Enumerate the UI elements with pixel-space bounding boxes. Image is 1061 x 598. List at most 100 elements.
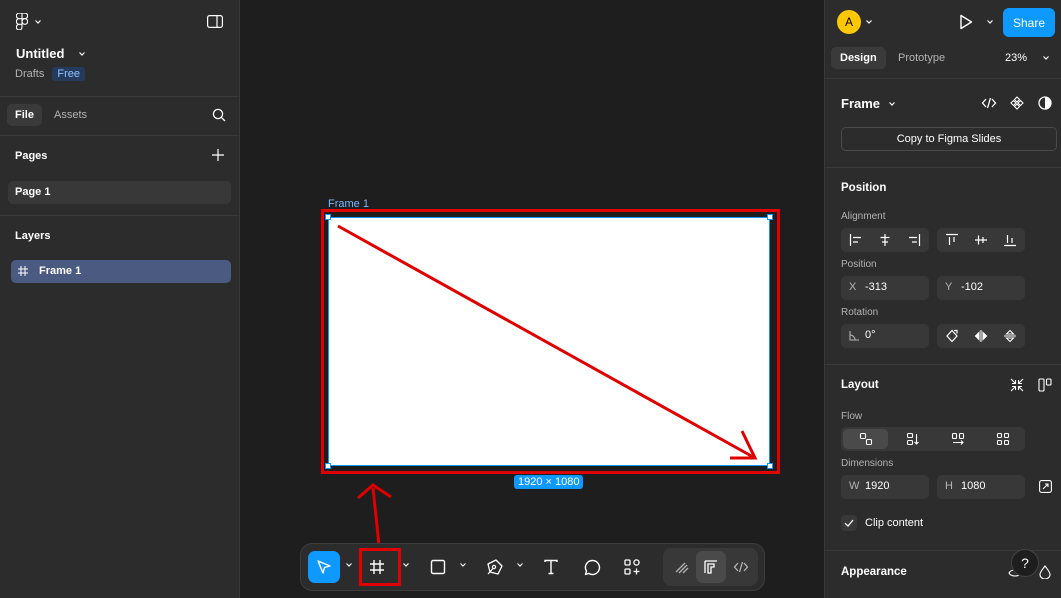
zoom-level[interactable]: 23% bbox=[1005, 52, 1027, 64]
tab-prototype[interactable]: Prototype bbox=[898, 52, 945, 64]
align-top-button[interactable] bbox=[937, 228, 966, 252]
share-button[interactable]: Share bbox=[1003, 8, 1055, 37]
pages-header: Pages bbox=[15, 150, 48, 162]
search-button[interactable] bbox=[212, 108, 226, 122]
height-field[interactable]: H 1080 bbox=[937, 475, 1025, 499]
layer-item-label: Frame 1 bbox=[39, 265, 82, 277]
code-icon bbox=[733, 561, 749, 573]
tab-file[interactable]: File bbox=[7, 104, 42, 126]
file-name-button[interactable]: Untitled bbox=[16, 46, 86, 61]
tab-design[interactable]: Design bbox=[831, 47, 886, 69]
chevron-down-icon bbox=[79, 51, 86, 56]
rotate-icon bbox=[945, 329, 958, 343]
toggle-sidebar-button[interactable] bbox=[207, 15, 223, 28]
chevron-down-icon[interactable] bbox=[459, 561, 467, 569]
dev-mode-button[interactable] bbox=[725, 551, 757, 583]
x-label: X bbox=[849, 281, 857, 293]
flow-freeform-button[interactable] bbox=[843, 429, 888, 449]
chevron-down-icon[interactable] bbox=[1042, 54, 1050, 62]
selection-type: Frame bbox=[841, 96, 881, 111]
resize-to-fit-icon[interactable] bbox=[1039, 480, 1052, 493]
annotation-up-arrow bbox=[371, 487, 381, 546]
layout-section-title: Layout bbox=[841, 379, 879, 391]
clip-content-label[interactable]: Clip content bbox=[865, 517, 923, 529]
position-label: Position bbox=[841, 259, 877, 270]
chevron-down-icon[interactable] bbox=[865, 18, 873, 26]
align-middle-button[interactable] bbox=[966, 228, 995, 252]
shape-tool-button[interactable] bbox=[422, 551, 454, 583]
flip-vertical-button[interactable] bbox=[996, 324, 1025, 348]
auto-layout-icon[interactable] bbox=[1038, 378, 1052, 392]
sidebar-toggle-icon bbox=[207, 15, 223, 28]
text-icon bbox=[544, 559, 558, 575]
align-bottom-icon bbox=[1004, 235, 1017, 247]
search-icon bbox=[212, 108, 226, 122]
comment-icon bbox=[584, 559, 600, 575]
flip-vertical-icon bbox=[1004, 329, 1017, 343]
draw-icon bbox=[675, 562, 689, 574]
rotate-button[interactable] bbox=[937, 324, 966, 348]
flow-grid-button[interactable] bbox=[980, 427, 1025, 451]
align-bottom-button[interactable] bbox=[996, 228, 1025, 252]
bottom-toolbar bbox=[300, 543, 765, 591]
copy-to-slides-button[interactable]: Copy to Figma Slides bbox=[841, 127, 1057, 151]
tab-assets[interactable]: Assets bbox=[54, 109, 87, 121]
h-label: H bbox=[945, 480, 953, 492]
mask-icon[interactable] bbox=[1038, 96, 1052, 110]
component-icon[interactable] bbox=[1010, 96, 1024, 110]
page-item[interactable]: Page 1 bbox=[8, 181, 231, 204]
chevron-down-icon bbox=[35, 19, 41, 24]
drop-icon[interactable] bbox=[1039, 565, 1051, 579]
align-middle-icon bbox=[974, 235, 987, 245]
pen-tool-button[interactable] bbox=[479, 551, 511, 583]
add-page-button[interactable] bbox=[212, 149, 224, 161]
flip-horizontal-button[interactable] bbox=[966, 324, 995, 348]
align-center-h-icon bbox=[880, 234, 890, 246]
flip-horizontal-icon bbox=[974, 330, 988, 342]
x-value: -313 bbox=[865, 281, 888, 293]
file-name: Untitled bbox=[16, 46, 65, 61]
clip-content-checkbox[interactable] bbox=[841, 515, 857, 531]
flow-group bbox=[841, 427, 1025, 451]
annotation-frame-tool-box bbox=[359, 548, 401, 586]
help-button[interactable]: ? bbox=[1011, 549, 1039, 577]
chevron-down-icon[interactable] bbox=[986, 18, 994, 26]
alignment-label: Alignment bbox=[841, 211, 886, 222]
main-menu-button[interactable] bbox=[16, 13, 42, 30]
align-left-icon bbox=[849, 234, 861, 246]
align-right-icon bbox=[909, 234, 921, 246]
angle-icon bbox=[849, 331, 859, 341]
text-tool-button[interactable] bbox=[535, 551, 567, 583]
design-mode-button[interactable] bbox=[696, 551, 726, 583]
rotation-value: 0° bbox=[865, 329, 876, 341]
flow-horizontal-button[interactable] bbox=[935, 427, 980, 451]
file-location[interactable]: Drafts bbox=[15, 68, 44, 80]
align-right-button[interactable] bbox=[900, 228, 929, 252]
chevron-down-icon[interactable] bbox=[345, 561, 353, 569]
align-top-icon bbox=[945, 233, 958, 245]
chevron-down-icon[interactable] bbox=[516, 561, 524, 569]
x-position-field[interactable]: X -313 bbox=[841, 276, 929, 300]
rotation-field[interactable]: 0° bbox=[841, 324, 929, 348]
flow-vertical-button[interactable] bbox=[890, 427, 935, 451]
move-tool-button[interactable] bbox=[308, 551, 340, 583]
avatar[interactable]: A bbox=[837, 10, 861, 34]
selection-type-button[interactable]: Frame bbox=[841, 96, 896, 111]
align-center-h-button[interactable] bbox=[870, 228, 899, 252]
chevron-down-icon[interactable] bbox=[402, 561, 410, 569]
play-icon[interactable] bbox=[959, 14, 973, 30]
rotation-label: Rotation bbox=[841, 307, 879, 318]
layers-header: Layers bbox=[15, 230, 51, 242]
layer-item-frame[interactable]: Frame 1 bbox=[11, 260, 231, 283]
plan-badge[interactable]: Free bbox=[52, 67, 85, 81]
page-item-label: Page 1 bbox=[15, 186, 51, 198]
collapse-icon[interactable] bbox=[1010, 378, 1024, 392]
y-position-field[interactable]: Y -102 bbox=[937, 276, 1025, 300]
comment-tool-button[interactable] bbox=[576, 551, 608, 583]
code-icon[interactable] bbox=[981, 96, 997, 110]
width-field[interactable]: W 1920 bbox=[841, 475, 929, 499]
actions-tool-button[interactable] bbox=[616, 551, 648, 583]
align-left-button[interactable] bbox=[841, 228, 870, 252]
draw-mode-button[interactable] bbox=[666, 551, 698, 583]
pen-icon bbox=[487, 559, 503, 575]
